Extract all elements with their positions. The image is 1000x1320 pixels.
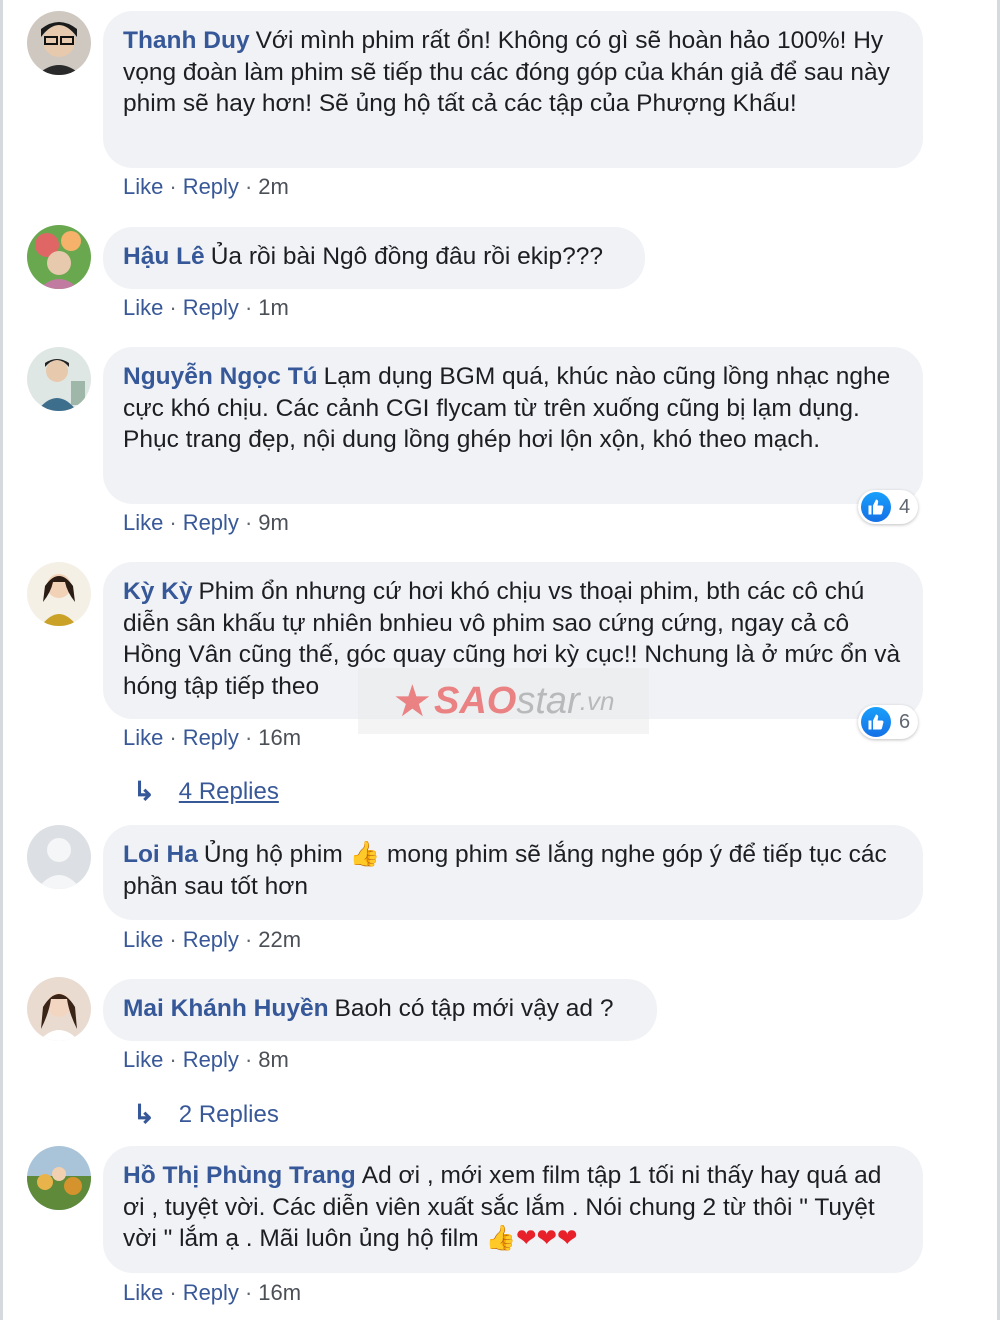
reply-arrow-icon: ↳	[133, 776, 155, 806]
comment-actions: Like · Reply · 2m	[123, 174, 289, 200]
like-link[interactable]: Like	[123, 927, 163, 952]
replies-count-label[interactable]: 2 Replies	[179, 1101, 279, 1129]
reaction-count: 4	[899, 495, 911, 518]
separator: ·	[244, 927, 253, 952]
saostar-watermark: ★ SAO star .vn	[358, 668, 649, 734]
avatar[interactable]	[27, 11, 91, 75]
reaction-count: 6	[899, 710, 911, 733]
comment-text: Baoh có tập mới vậy ad ?	[334, 995, 614, 1022]
comment-actions: Like · Reply · 16m	[123, 1280, 301, 1306]
star-logo-icon: ★	[392, 676, 433, 726]
avatar[interactable]	[27, 1146, 91, 1210]
thumbs-up-icon	[861, 707, 891, 737]
separator: ·	[244, 725, 253, 750]
like-link[interactable]: Like	[123, 174, 163, 199]
comment-bubble: Nguyễn Ngọc Tú Lạm dụng BGM quá, khúc nào…	[103, 347, 923, 504]
separator: ·	[169, 295, 177, 320]
comment-author[interactable]: Hậu Lê	[123, 243, 205, 270]
comment-bubble: Loi Ha Ủng hộ phim 👍 mong phim sẽ lắng ng…	[103, 825, 923, 920]
comment-time[interactable]: 9m	[258, 510, 289, 535]
window-border-left	[0, 0, 3, 1320]
reply-arrow-icon: ↳	[133, 1099, 155, 1129]
like-link[interactable]: Like	[123, 725, 163, 750]
comment-bubble: Hậu Lê Ủa rồi bài Ngô đồng đâu rồi ekip??…	[103, 227, 645, 289]
avatar[interactable]	[27, 225, 91, 289]
reply-link[interactable]: Reply	[183, 1280, 239, 1305]
avatar[interactable]	[27, 825, 91, 889]
separator: ·	[169, 510, 177, 535]
thumbs-up-emoji-icon: 👍	[485, 1225, 516, 1252]
watermark-star: star	[516, 679, 580, 722]
heart-emoji-icon: ❤❤❤	[516, 1225, 578, 1252]
separator: ·	[169, 174, 177, 199]
comment-bubble: Thanh Duy Với mình phim rất ổn! Không có …	[103, 11, 923, 168]
reply-link[interactable]: Reply	[183, 927, 239, 952]
comment-author[interactable]: Mai Khánh Huyền	[123, 995, 329, 1022]
reaction-count-badge[interactable]: 4	[858, 490, 919, 524]
like-link[interactable]: Like	[123, 1047, 163, 1072]
reply-link[interactable]: Reply	[183, 510, 239, 535]
separator: ·	[244, 1047, 253, 1072]
comment-author[interactable]: Thanh Duy	[123, 27, 250, 54]
comment-author[interactable]: Loi Ha	[123, 841, 198, 868]
view-replies-link[interactable]: ↳ 4 Replies	[133, 776, 279, 807]
separator: ·	[169, 1280, 177, 1305]
avatar[interactable]	[27, 347, 91, 411]
comment-actions: Like · Reply · 8m	[123, 1047, 289, 1073]
comment-actions: Like · Reply · 16m	[123, 725, 301, 751]
reaction-count-badge[interactable]: 6	[858, 705, 919, 739]
watermark-tld: .vn	[579, 685, 615, 716]
comment-actions: Like · Reply · 22m	[123, 927, 301, 953]
avatar[interactable]	[27, 562, 91, 626]
separator: ·	[169, 725, 177, 750]
comment-text: Ủng hộ phim	[203, 841, 343, 868]
separator: ·	[244, 174, 253, 199]
separator: ·	[244, 1280, 253, 1305]
comment-time[interactable]: 16m	[258, 725, 301, 750]
like-link[interactable]: Like	[123, 510, 163, 535]
comment-time[interactable]: 8m	[258, 1047, 289, 1072]
comment-actions: Like · Reply · 9m	[123, 510, 289, 536]
avatar[interactable]	[27, 977, 91, 1041]
comment-bubble: Hồ Thị Phùng Trang Ad ơi , mới xem film t…	[103, 1146, 923, 1273]
reply-link[interactable]: Reply	[183, 295, 239, 320]
reply-link[interactable]: Reply	[183, 725, 239, 750]
separator: ·	[169, 1047, 177, 1072]
comment-time[interactable]: 2m	[258, 174, 289, 199]
comment-time[interactable]: 22m	[258, 927, 301, 952]
reply-link[interactable]: Reply	[183, 174, 239, 199]
watermark-sao: SAO	[434, 679, 517, 722]
comment-author[interactable]: Nguyễn Ngọc Tú	[123, 363, 318, 390]
separator: ·	[244, 295, 253, 320]
separator: ·	[169, 927, 177, 952]
thumbs-up-icon	[861, 492, 891, 522]
comment-time[interactable]: 1m	[258, 295, 289, 320]
comment-author[interactable]: Hồ Thị Phùng Trang	[123, 1162, 356, 1189]
separator: ·	[244, 510, 253, 535]
reply-link[interactable]: Reply	[183, 1047, 239, 1072]
comment-actions: Like · Reply · 1m	[123, 295, 289, 321]
like-link[interactable]: Like	[123, 295, 163, 320]
like-link[interactable]: Like	[123, 1280, 163, 1305]
replies-count-label[interactable]: 4 Replies	[179, 778, 279, 806]
thumbs-up-emoji-icon: 👍	[349, 841, 381, 868]
comment-author[interactable]: Kỳ Kỳ	[123, 578, 192, 605]
comment-text: Ủa rồi bài Ngô đồng đâu rồi ekip???	[210, 243, 603, 270]
comment-time[interactable]: 16m	[258, 1280, 301, 1305]
comment-bubble: Mai Khánh Huyền Baoh có tập mới vậy ad ?	[103, 979, 657, 1041]
view-replies-link[interactable]: ↳ 2 Replies	[133, 1099, 279, 1130]
